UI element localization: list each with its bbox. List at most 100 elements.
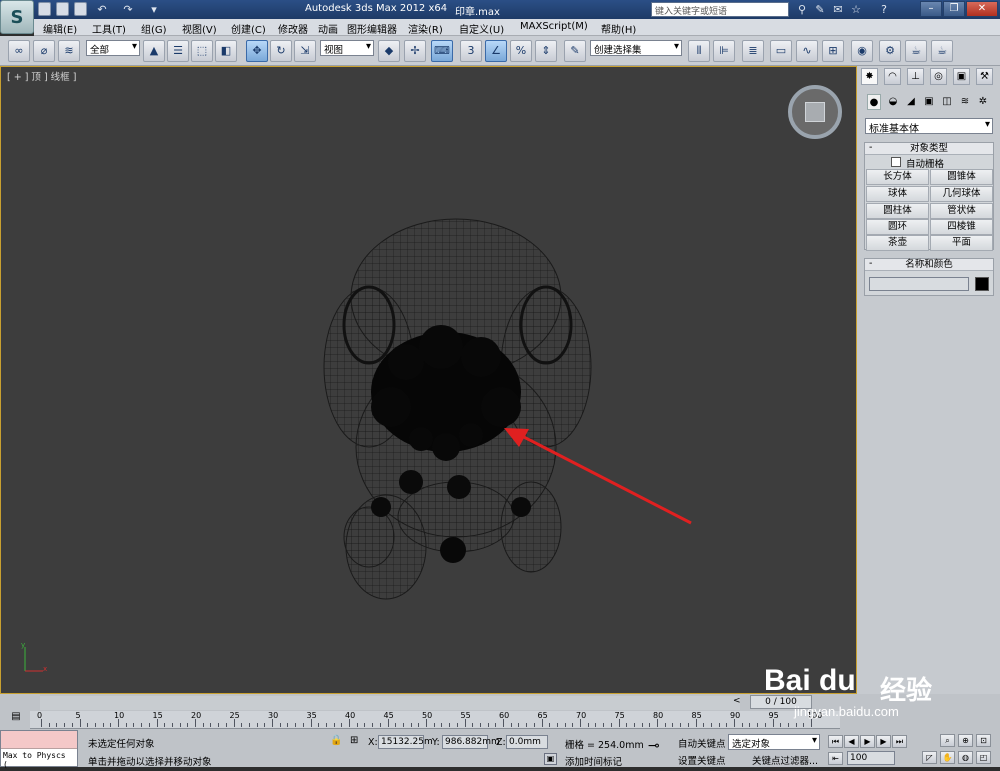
torus-button[interactable]: 圆环 [866,219,929,235]
previous-frame-icon[interactable]: ◀ [844,735,859,748]
object-color-swatch[interactable] [975,277,989,291]
key-mode-icon[interactable]: ⇤ [828,752,843,765]
binoculars-icon[interactable]: ⚲ [794,2,810,17]
z-coordinate-field[interactable]: 0.0mm [506,735,548,749]
plane-button[interactable]: 平面 [930,235,993,251]
tab-utilities[interactable]: ⚒ [976,68,993,85]
material-editor-icon[interactable]: ◉ [851,40,873,62]
select-by-name-icon[interactable]: ☰ [167,40,189,62]
set-key-button[interactable]: 设置关键点 [678,753,726,767]
tab-modify[interactable]: ◠ [884,68,901,85]
systems-icon[interactable]: ✲ [976,94,990,110]
schematic-view-icon[interactable]: ⊞ [822,40,844,62]
search-input[interactable]: 键入关键字或短语 [651,2,789,17]
category-dropdown[interactable]: 标准基本体 [865,118,993,134]
lights-icon[interactable]: ◢ [904,94,918,110]
redo-icon[interactable]: ↷ [120,2,136,17]
favorites-star-icon[interactable]: ☆ [848,2,864,17]
percent-snap-icon[interactable]: % [510,40,532,62]
edit-named-selection-icon[interactable]: ✎ [564,40,586,62]
minimize-button[interactable]: – [920,1,942,17]
mini-curve-editor-icon[interactable]: ▤ [8,711,24,727]
play-icon[interactable]: ▶ [860,735,875,748]
cylinder-button[interactable]: 圆柱体 [866,203,929,219]
restore-button[interactable]: ❐ [943,1,965,17]
curve-editor-icon[interactable]: ∿ [796,40,818,62]
add-time-tag-label[interactable]: 添加时间标记 [565,754,622,768]
menu-modifiers[interactable]: 修改器 [278,21,308,36]
set-key-icon[interactable]: ⊸ [648,738,660,754]
tab-motion[interactable]: ◎ [930,68,947,85]
maxscript-output[interactable]: Max to Physcs ( [1,749,77,771]
menu-group[interactable]: 组(G) [141,21,167,36]
open-file-icon[interactable] [56,2,69,16]
subscription-icon[interactable]: ✎ [812,2,828,17]
absolute-mode-icon[interactable]: ⊞ [350,735,358,746]
sphere-button[interactable]: 球体 [866,186,929,202]
zoom-all-icon[interactable]: ⊕ [958,734,973,747]
time-slider-prev-icon[interactable]: < [733,696,741,706]
menu-graph-editors[interactable]: 图形编辑器 [347,21,397,36]
tab-display[interactable]: ▣ [953,68,970,85]
named-selection-set-dropdown[interactable]: 创建选择集 [590,40,682,56]
mirror-icon[interactable]: ⫴ [688,40,710,62]
select-manipulate-icon[interactable]: ✢ [404,40,426,62]
geometry-icon[interactable]: ● [867,94,881,110]
pyramid-button[interactable]: 四棱锥 [930,219,993,235]
space-warps-icon[interactable]: ≋ [958,94,972,110]
graphite-ribbon-icon[interactable]: ▭ [770,40,792,62]
auto-key-button[interactable]: 自动关键点 [678,736,726,750]
menu-views[interactable]: 视图(V) [182,21,217,36]
maxscript-listener[interactable]: Max to Physcs ( [0,730,78,769]
zoom-extents-icon[interactable]: ⊡ [976,734,991,747]
align-icon[interactable]: ⊫ [713,40,735,62]
maxscript-input[interactable] [1,731,77,749]
key-selection-dropdown[interactable]: 选定对象 [728,734,820,750]
close-button[interactable]: ✕ [966,1,998,17]
go-to-start-icon[interactable]: ⏮ [828,735,843,748]
pan-hand-icon[interactable]: ✋ [940,751,955,764]
new-file-icon[interactable] [38,2,51,16]
unlink-icon[interactable]: ⌀ [33,40,55,62]
tab-hierarchy[interactable]: ⊥ [907,68,924,85]
y-coordinate-field[interactable]: 986.882mm [442,735,500,749]
quick-access-dropdown-icon[interactable]: ▾ [146,2,162,17]
spinner-snap-icon[interactable]: ⇕ [535,40,557,62]
object-name-field[interactable] [869,277,969,291]
viewport-top[interactable]: [ + ] 顶 ] 线框 ] y x [0,66,857,694]
menu-animation[interactable]: 动画 [318,21,338,36]
cone-button[interactable]: 圆锥体 [930,169,993,185]
name-color-header[interactable]: - 名称和颜色 [865,258,993,271]
current-frame-field[interactable]: 100 [847,751,895,765]
rectangular-selection-icon[interactable]: ⬚ [191,40,213,62]
next-frame-icon[interactable]: ▶ [876,735,891,748]
menu-create[interactable]: 创建(C) [231,21,266,36]
layer-manager-icon[interactable]: ≣ [742,40,764,62]
pivot-center-icon[interactable]: ◆ [378,40,400,62]
orbit-icon[interactable]: ◍ [958,751,973,764]
rendered-frame-window-icon[interactable]: ☕ [905,40,927,62]
autogrid-checkbox[interactable] [891,157,901,167]
render-production-icon[interactable]: ☕ [931,40,953,62]
window-crossing-icon[interactable]: ◧ [215,40,237,62]
bind-space-warp-icon[interactable]: ≋ [58,40,80,62]
select-and-scale-icon[interactable]: ⇲ [294,40,316,62]
select-and-rotate-icon[interactable]: ↻ [270,40,292,62]
undo-icon[interactable]: ↶ [94,2,110,17]
helpers-icon[interactable]: ◫ [940,94,954,110]
add-time-tag-icon[interactable]: ▣ [544,753,557,765]
go-to-end-icon[interactable]: ⏭ [892,735,907,748]
menu-maxscript[interactable]: MAXScript(M) [520,21,588,32]
render-setup-icon[interactable]: ⚙ [879,40,901,62]
select-and-move-icon[interactable]: ✥ [246,40,268,62]
menu-tools[interactable]: 工具(T) [92,21,126,36]
lock-selection-icon[interactable]: 🔒 [330,735,342,746]
teapot-button[interactable]: 茶壶 [866,235,929,251]
menu-help[interactable]: 帮助(H) [601,21,636,36]
link-icon[interactable]: ∞ [8,40,30,62]
tube-button[interactable]: 管状体 [930,203,993,219]
menu-customize[interactable]: 自定义(U) [459,21,504,36]
x-coordinate-field[interactable]: 15132.25m [378,735,433,749]
geosphere-button[interactable]: 几何球体 [930,186,993,202]
help-icon[interactable]: ? [876,2,892,17]
